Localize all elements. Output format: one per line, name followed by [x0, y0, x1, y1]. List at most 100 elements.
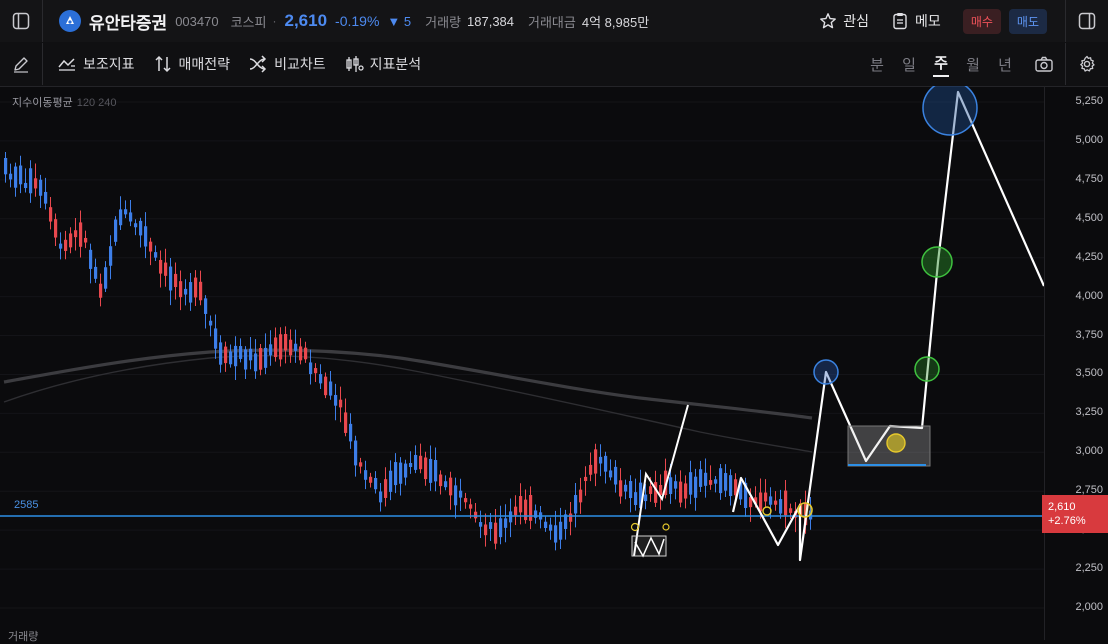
down-triangle-icon: ▼ — [387, 13, 401, 29]
candle-up — [579, 489, 583, 503]
strategy-label: 매매전략 — [178, 56, 231, 72]
candle-up — [679, 481, 683, 503]
candle-down — [204, 298, 208, 314]
period-day[interactable]: 일 — [901, 54, 917, 75]
strategy-button[interactable]: 매매전략 — [153, 54, 231, 74]
marker-circle — [921, 246, 953, 278]
candle-up — [299, 346, 303, 361]
candle-down — [139, 220, 143, 236]
sort-arrows-icon — [155, 55, 171, 73]
candle-up — [64, 239, 68, 251]
candle-down — [674, 481, 678, 489]
candle-up — [484, 524, 488, 536]
candle-up — [79, 222, 83, 247]
candle-down — [39, 179, 43, 196]
draw-pen-icon[interactable] — [0, 43, 42, 85]
candle-up — [759, 492, 763, 512]
company-logo — [59, 10, 81, 32]
candle-down — [544, 521, 548, 529]
candle-down — [614, 466, 618, 485]
header-actions: 관심 메모 매수 매도 — [819, 0, 1108, 42]
projection-drawings — [630, 86, 1044, 562]
price-chart[interactable] — [0, 86, 1044, 640]
candle-down — [669, 477, 673, 495]
candle-down — [729, 475, 733, 497]
price-tick-label: 4,750 — [1075, 172, 1103, 185]
candle-up — [784, 490, 788, 516]
price-tick-label: 3,250 — [1075, 406, 1103, 419]
candle-up — [224, 346, 228, 364]
watch-label: 관심 — [843, 13, 870, 29]
candle-up — [359, 462, 363, 467]
period-week[interactable]: 주 — [933, 52, 949, 77]
marker-circle — [797, 502, 813, 518]
buy-button[interactable]: 매수 — [962, 8, 1001, 34]
candle-up — [474, 511, 478, 519]
price-axis[interactable]: 5,250 5,000 4,750 4,500 4,250 4,000 3,750 3,500… — [1044, 86, 1108, 640]
analysis-button[interactable]: 지표분석 — [344, 54, 421, 74]
stock-name[interactable]: 유안타증권 — [89, 9, 167, 34]
candle-down — [459, 490, 463, 498]
watch-button[interactable]: 관심 — [819, 11, 869, 31]
marker-circle — [662, 523, 670, 531]
candle-up — [284, 334, 288, 351]
candle-up — [314, 368, 318, 374]
candle-up — [274, 337, 278, 358]
sell-button[interactable]: 매도 — [1008, 8, 1047, 34]
memo-label: 메모 — [915, 13, 941, 29]
candle-down — [44, 191, 48, 204]
settings-gear-icon[interactable] — [1066, 43, 1108, 85]
camera-icon[interactable] — [1029, 43, 1059, 85]
candle-down — [714, 479, 718, 484]
candle-down — [269, 344, 273, 356]
candle-up — [344, 412, 348, 433]
chart-grid — [0, 101, 1044, 609]
candle-down — [414, 454, 418, 470]
period-year[interactable]: 년 — [997, 54, 1013, 75]
memo-button[interactable]: 메모 — [891, 11, 941, 31]
candle-up — [764, 492, 768, 502]
candle-down — [574, 495, 578, 514]
candle-down — [349, 423, 353, 442]
indicator-icon — [58, 58, 75, 71]
ma-legend[interactable]: 지수이동평균 120 240 — [12, 94, 117, 110]
candle-down — [634, 492, 638, 506]
candle-down — [644, 494, 648, 502]
candle-down — [694, 476, 698, 498]
current-price-value: 2,610 — [1048, 501, 1076, 513]
candle-down — [559, 521, 563, 540]
period-minute[interactable]: 분 — [869, 54, 885, 75]
candle-up — [684, 483, 688, 499]
candle-up — [619, 480, 623, 497]
candle-up — [289, 339, 293, 356]
candle-down — [374, 478, 378, 490]
price-tick-label: 4,500 — [1075, 211, 1103, 224]
candle-down — [19, 165, 23, 185]
candle-down — [234, 345, 238, 367]
candle-down — [429, 458, 433, 483]
candle-up — [259, 348, 263, 370]
candle-up — [424, 457, 428, 480]
candle-up — [164, 262, 168, 276]
marker-circle — [922, 86, 978, 136]
candle-down — [379, 491, 383, 503]
candle-down — [24, 182, 28, 189]
period-month[interactable]: 월 — [965, 54, 981, 75]
candle-up — [529, 494, 533, 521]
candle-down — [184, 288, 188, 295]
candle-up — [584, 476, 588, 482]
candle-down — [609, 470, 613, 478]
indicator-button[interactable]: 보조지표 — [57, 54, 135, 74]
candle-down — [499, 518, 503, 538]
price-tick-label: 4,250 — [1075, 250, 1103, 263]
price-tick-label: 2,250 — [1075, 562, 1103, 575]
candle-up — [449, 477, 453, 496]
candle-up — [439, 474, 443, 487]
candle-up — [74, 230, 78, 238]
sidebar-toggle-icon[interactable] — [0, 0, 42, 42]
panel-toggle-icon[interactable] — [1066, 0, 1108, 42]
compare-button[interactable]: 비교차트 — [248, 54, 326, 74]
marker-circle — [813, 359, 839, 385]
candle-down — [724, 473, 728, 491]
support-level-label: 2585 — [14, 499, 39, 511]
